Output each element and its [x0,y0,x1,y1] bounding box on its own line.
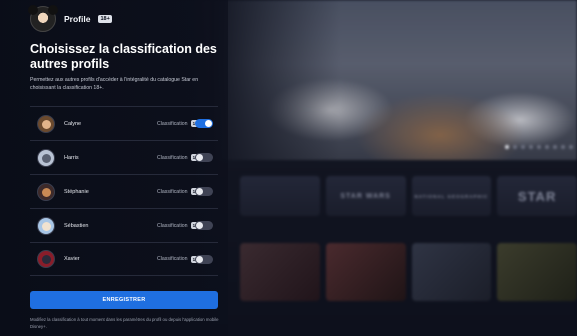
classification-label: Classification [157,256,188,262]
poster [240,243,320,301]
classification-label: Classification [157,154,188,161]
classification-label: Classification [157,120,188,127]
profile-row-name: Calyne [64,120,82,127]
avatar [28,5,58,32]
profile-row-name: Xavier [64,256,80,262]
page-title: Choisissez la classification des autres … [30,42,217,71]
classification-toggle[interactable] [195,153,213,162]
classification-toggle[interactable] [195,221,213,230]
profile-row-calyne: Calyne Classification 18+ [30,106,218,140]
brand-tile-star-wars: STAR WARS [325,176,406,216]
profile-row-name: Stéphanie [64,188,89,195]
classification-panel: Profile 18+ Choisissez la classification… [0,0,228,336]
profile-rating-badge: 18+ [98,15,112,23]
avatar [37,250,55,268]
footnote: Modifiez la classification à tout moment… [30,317,219,329]
brand-tile [240,176,320,216]
profile-row-name: Harris [64,154,79,161]
avatar [37,216,55,235]
poster [497,243,577,301]
poster [325,243,406,301]
profile-row-sebastien: Sébastien Classification 18+ [30,208,218,242]
classification-toggle[interactable] [195,254,213,264]
brand-tile-national-geographic: NATIONAL GEOGRAPHIC [411,176,492,216]
profile-name: Profile [64,14,91,24]
page-description: Permettez aux autres profils d'accéder à… [30,77,199,91]
profile-row-stephanie: Stéphanie Classification 18+ [30,174,218,208]
profile-header: Profile 18+ [28,5,112,32]
profile-list: Calyne Classification 18+ Harris Classif… [30,106,218,276]
classification-label: Classification [157,188,188,195]
classification-label: Classification [157,222,188,229]
profile-row-name: Sébastien [64,222,89,229]
poster-row [210,243,577,301]
save-button[interactable]: ENREGISTRER [30,291,218,309]
classification-toggle[interactable] [195,119,213,128]
avatar [37,182,55,201]
poster [411,243,492,301]
brand-tile-star: STAR [497,176,577,216]
profile-row-xavier: Xavier Classification 18+ [30,242,218,276]
carousel-dots [505,145,573,149]
classification-toggle[interactable] [195,187,213,196]
profile-row-harris: Harris Classification 18+ [30,140,218,174]
avatar [37,114,55,133]
brand-tiles: STAR WARS NATIONAL GEOGRAPHIC STAR [210,176,577,216]
avatar [37,148,55,167]
